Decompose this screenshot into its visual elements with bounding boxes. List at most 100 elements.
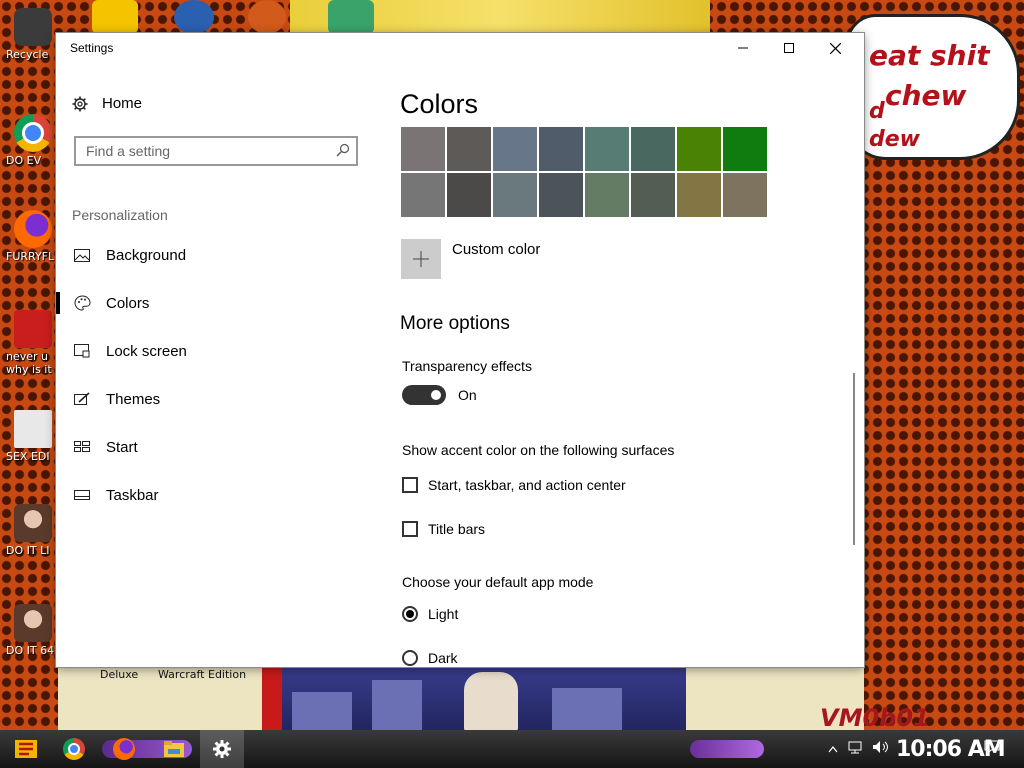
color-swatch[interactable] [723, 127, 767, 171]
custom-color-button[interactable] [401, 239, 441, 279]
desktop-icon-recycle-bin[interactable]: Recycle [6, 8, 56, 61]
desktop-icon-portrait[interactable]: DO IT 64 [6, 604, 56, 657]
lock-screen-icon [72, 344, 92, 358]
settings-gear-icon [213, 740, 231, 758]
radio-button[interactable] [402, 606, 418, 622]
window-title: Settings [70, 41, 114, 55]
checkbox[interactable] [402, 477, 418, 493]
chevron-up-icon[interactable] [828, 740, 838, 756]
desktop-icon-hex-editor[interactable]: SEX EDI [6, 410, 56, 463]
nav-item-label: Lock screen [106, 342, 187, 360]
nav-item-colors[interactable]: Colors [56, 281, 376, 325]
more-options-heading: More options [400, 313, 510, 334]
dev-cpp-icon [14, 310, 52, 348]
wallpaper-logo-text: VM0b01 [820, 704, 930, 732]
active-indicator [56, 292, 60, 314]
nav-item-lock-screen[interactable]: Lock screen [56, 329, 376, 373]
search-box[interactable] [74, 136, 358, 166]
color-swatch[interactable] [493, 127, 537, 171]
color-swatch[interactable] [585, 127, 629, 171]
nav-section-label: Personalization [72, 207, 168, 223]
desktop-icon-dev-cpp[interactable]: never u why is it [6, 310, 56, 376]
color-swatch[interactable] [401, 173, 445, 217]
minimize-button[interactable] [720, 33, 766, 63]
desktop-app-icon[interactable] [328, 0, 374, 34]
desktop-icon-label: DO EV [6, 154, 42, 167]
checkbox-start-taskbar[interactable]: Start, taskbar, and action center [402, 477, 626, 493]
color-swatch[interactable] [401, 127, 445, 171]
recycle-bin-icon [14, 8, 52, 46]
color-swatch[interactable] [447, 173, 491, 217]
radio-button[interactable] [402, 650, 418, 666]
color-swatch[interactable] [677, 173, 721, 217]
desktop-icon-portrait[interactable]: DO IT LI [6, 504, 56, 557]
nav-item-label: Start [106, 438, 138, 456]
checkbox-title-bars[interactable]: Title bars [402, 521, 485, 537]
desktop-icon-label: Warcraft Edition [158, 668, 247, 681]
taskbar-settings[interactable] [200, 730, 244, 768]
desktop-app-icon[interactable] [174, 0, 214, 34]
radio-light[interactable]: Light [402, 606, 458, 622]
title-bar[interactable]: Settings [56, 33, 864, 63]
volume-icon[interactable] [872, 740, 890, 757]
color-swatch[interactable] [493, 173, 537, 217]
custom-color-label[interactable]: Custom color [452, 241, 540, 258]
app-mode-label: Choose your default app mode [402, 574, 594, 590]
color-swatch[interactable] [447, 127, 491, 171]
color-swatch[interactable] [539, 127, 583, 171]
radio-label: Dark [428, 650, 458, 666]
hex-editor-icon [14, 410, 52, 448]
close-icon [829, 42, 841, 54]
nav-item-start[interactable]: Start [56, 425, 376, 469]
notification-icon[interactable] [984, 740, 1000, 757]
colors-page: Colors Custom color More options Transpa… [400, 63, 850, 667]
taskbar: 10:06 AM [0, 730, 1024, 768]
desktop-icon-label: never u [6, 350, 49, 363]
desktop-icon-label: why is it [6, 363, 52, 376]
firefox-icon [14, 210, 52, 248]
settings-window: Settings Home Find a setting Personaliza… [56, 33, 864, 667]
start-icon [15, 740, 37, 758]
taskbar-firefox[interactable] [102, 730, 146, 768]
color-swatch[interactable] [723, 173, 767, 217]
transparency-toggle[interactable] [402, 385, 446, 405]
radio-label: Light [428, 606, 459, 622]
taskbar-icon [72, 490, 92, 500]
bubble-text: chew [885, 79, 967, 112]
color-swatch[interactable] [677, 127, 721, 171]
nav-item-themes[interactable]: Themes [56, 377, 376, 421]
scrollbar[interactable] [853, 373, 855, 545]
desktop-icon-label: Deluxe [100, 668, 139, 681]
color-swatch[interactable] [631, 173, 675, 217]
radio-dark[interactable]: Dark [402, 650, 458, 666]
bubble-text: dew [869, 127, 920, 152]
network-icon[interactable] [848, 740, 864, 757]
desktop-app-icon[interactable] [92, 0, 138, 34]
transparency-label: Transparency effects [402, 358, 532, 374]
taskbar-chrome[interactable] [52, 730, 96, 768]
checkbox[interactable] [402, 521, 418, 537]
portrait-icon [14, 604, 52, 642]
search-input[interactable] [76, 143, 330, 159]
desktop-app-icon[interactable] [248, 0, 286, 34]
maximize-icon [784, 43, 794, 53]
nav-home[interactable]: Home [72, 95, 142, 112]
chrome-icon [63, 738, 85, 760]
portrait-icon [14, 504, 52, 542]
taskbar-file-explorer[interactable] [152, 730, 196, 768]
nav-item-background[interactable]: Background [56, 233, 376, 277]
search-icon[interactable] [330, 143, 356, 160]
desktop-icon-label: SEX EDI [6, 450, 50, 463]
color-swatch[interactable] [631, 127, 675, 171]
nav-item-label: Colors [106, 294, 150, 312]
close-button[interactable] [812, 33, 858, 63]
start-button[interactable] [4, 730, 48, 768]
maximize-button[interactable] [766, 33, 812, 63]
minimize-icon [738, 47, 748, 49]
desktop-icon-chrome[interactable]: DO EV [6, 114, 56, 167]
accent-surfaces-label: Show accent color on the following surfa… [402, 442, 675, 458]
color-swatch[interactable] [585, 173, 629, 217]
nav-item-taskbar[interactable]: Taskbar [56, 473, 376, 517]
color-swatch[interactable] [539, 173, 583, 217]
desktop-icon-firefox[interactable]: FURRYFL [6, 210, 56, 263]
